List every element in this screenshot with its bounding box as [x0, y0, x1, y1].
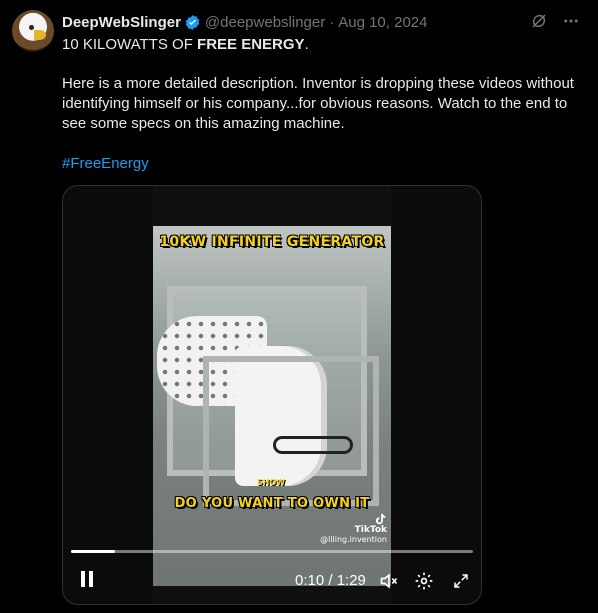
- post-actions: [530, 12, 580, 30]
- avatar[interactable]: [12, 10, 54, 52]
- author-name[interactable]: DeepWebSlinger: [62, 14, 181, 31]
- avatar-beak: [34, 30, 46, 40]
- headline-suffix: .: [304, 36, 309, 53]
- video-controls: 0:10 / 1:29: [63, 566, 481, 596]
- tiktok-user: @liling.invention: [320, 535, 387, 544]
- tiktok-logo-icon: [375, 513, 386, 525]
- video-caption-top: 10KW INFINITE GENERATOR: [159, 234, 385, 250]
- video-progress-bar[interactable]: [71, 550, 473, 553]
- video-frame: 10KW INFINITE GENERATOR SHOW DO YOU WANT…: [153, 186, 391, 604]
- settings-icon[interactable]: [413, 570, 435, 592]
- hashtag-link[interactable]: #FreeEnergy: [62, 154, 149, 174]
- video-caption-small: SHOW: [257, 478, 286, 487]
- author-handle[interactable]: @deepwebslinger: [205, 14, 325, 31]
- header-separator: ·: [329, 13, 335, 31]
- post-headline: 10 KILOWATTS OF FREE ENERGY.: [62, 35, 582, 55]
- grok-icon[interactable]: [530, 12, 548, 30]
- video-progress-fill: [71, 550, 116, 553]
- post-header: DeepWebSlinger @deepwebslinger · Aug 10,…: [62, 12, 427, 32]
- video-caption-bottom: DO YOU WANT TO OWN IT: [174, 496, 370, 511]
- video-time: 0:10 / 1:29: [295, 572, 366, 589]
- verified-badge-icon: [184, 14, 201, 31]
- post-date[interactable]: Aug 10, 2024: [338, 14, 427, 31]
- fullscreen-icon[interactable]: [450, 570, 472, 592]
- headline-prefix: 10 KILOWATTS OF: [62, 36, 198, 53]
- more-icon[interactable]: [562, 12, 580, 30]
- mute-icon[interactable]: [378, 570, 400, 592]
- tiktok-watermark: TikTok @liling.invention: [320, 512, 387, 544]
- generator-belt: [273, 436, 353, 454]
- headline-bold: FREE ENERGY: [197, 36, 305, 53]
- video-player[interactable]: 10KW INFINITE GENERATOR SHOW DO YOU WANT…: [62, 185, 482, 605]
- tiktok-brand: TikTok: [354, 525, 387, 535]
- generator-frame: [203, 356, 379, 506]
- post-paragraph: Here is a more detailed description. Inv…: [62, 75, 574, 132]
- pause-icon[interactable]: [79, 570, 95, 588]
